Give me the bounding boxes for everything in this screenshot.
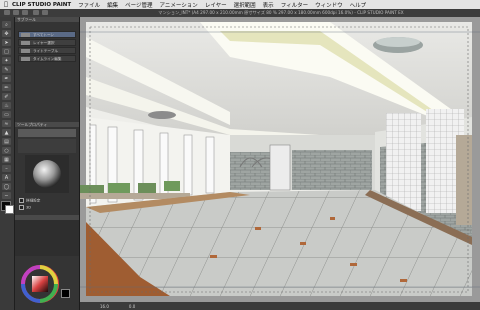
subtool-swatch (21, 33, 30, 37)
canvas-area[interactable] (80, 17, 480, 303)
subtool-label: すべてトーン (33, 33, 54, 37)
subtool-label: レイヤー選択 (33, 41, 55, 45)
light-source-sphere[interactable] (25, 155, 69, 193)
menu-animation[interactable]: アニメーション (160, 1, 198, 9)
3d-setting-row[interactable]: 3D (19, 205, 31, 210)
menu-filter[interactable]: フィルター (281, 1, 308, 9)
gradient-tool-icon[interactable]: ▤ (2, 138, 11, 145)
redo-icon[interactable] (42, 10, 48, 15)
menu-window[interactable]: ウィンドウ (315, 1, 343, 9)
document-title: マンション_INT* (A4 297.00 x 210.00mm 原寸サイズ 8… (158, 10, 404, 15)
operation-tool-icon[interactable]: ➤ (2, 39, 11, 46)
detail-setting-label: 詳細設定 (26, 198, 41, 203)
correct-line-tool-icon[interactable]: ∼ (2, 192, 11, 199)
text-tool-icon[interactable]: A (2, 174, 11, 181)
tool-palette: ⌕ ✥ ➤ □ ✦ ✎ ✒ ✏ ✐ ♨ ▭ ≈ ▲ ▤ ○ ▦ – A ◯ ∼ (0, 17, 15, 310)
status-bar: 16.0 0.0 (80, 302, 480, 310)
zoom-tool-icon[interactable]: ⌕ (2, 21, 11, 28)
subtool-swatch (21, 57, 30, 61)
tool-property-preview (18, 129, 76, 137)
auto-select-tool-icon[interactable]: ✦ (2, 57, 11, 64)
subtool-panel: サブツール すべてトーン レイヤー選択 ライトテーブル タイムライン編集 ツール… (15, 17, 80, 310)
3d-setting-label: 3D (26, 205, 32, 210)
menu-file[interactable]: ファイル (78, 1, 100, 9)
undo-icon[interactable] (33, 10, 39, 15)
color-wheel-icon[interactable] (21, 265, 59, 303)
frame-tool-icon[interactable]: ▦ (2, 156, 11, 163)
brush-tool-icon[interactable]: ✐ (2, 93, 11, 100)
move-tool-icon[interactable]: ✥ (2, 30, 11, 37)
menu-edit[interactable]: 編集 (107, 1, 118, 9)
detail-setting-row[interactable]: 詳細設定 (19, 198, 40, 203)
fill-tool-icon[interactable]: ▲ (2, 129, 11, 136)
checkbox[interactable] (19, 205, 24, 210)
apple-icon[interactable]:  (0, 1, 12, 8)
menu-page[interactable]: ページ管理 (125, 1, 152, 9)
menu-help[interactable]: ヘルプ (350, 1, 367, 9)
sub-color-swatch[interactable] (5, 205, 14, 214)
open-file-icon[interactable] (13, 10, 19, 15)
subtool-panel-header: サブツール (15, 17, 79, 22)
balloon-tool-icon[interactable]: ◯ (2, 183, 11, 190)
subtool-item[interactable]: すべてトーン (18, 31, 76, 38)
pen-tool-icon[interactable]: ✒ (2, 75, 11, 82)
ruler-tool-icon[interactable]: – (2, 165, 11, 172)
tool-property-slider[interactable] (18, 139, 76, 153)
subtool-swatch (21, 41, 30, 45)
subtool-label: ライトテーブル (33, 49, 58, 53)
menu-selection[interactable]: 選択範囲 (234, 1, 256, 9)
subtool-label: タイムライン編集 (33, 57, 62, 61)
subtool-item[interactable]: レイヤー選択 (18, 39, 76, 46)
app-name-menu[interactable]: CLIP STUDIO PAINT (12, 2, 71, 8)
color-preview-main[interactable] (61, 289, 70, 298)
save-icon[interactable] (22, 10, 28, 15)
new-file-icon[interactable] (4, 10, 10, 15)
zoom-value[interactable]: 16.0 (100, 304, 109, 309)
angle-value[interactable]: 0.0 (129, 304, 135, 309)
subtool-item[interactable]: ライトテーブル (18, 47, 76, 54)
eyedropper-tool-icon[interactable]: ✎ (2, 66, 11, 73)
brush-size-panel (15, 220, 79, 256)
menu-layer[interactable]: レイヤー (205, 1, 227, 9)
subtool-swatch (21, 49, 30, 53)
menu-view[interactable]: 表示 (263, 1, 274, 9)
canvas-artwork (80, 17, 480, 303)
eraser-tool-icon[interactable]: ▭ (2, 111, 11, 118)
subtool-item[interactable]: タイムライン編集 (18, 55, 76, 62)
tool-property-header: ツールプロパティ (15, 122, 79, 127)
checkbox[interactable] (19, 198, 24, 203)
airbrush-tool-icon[interactable]: ♨ (2, 102, 11, 109)
selection-tool-icon[interactable]: □ (2, 48, 11, 55)
pencil-tool-icon[interactable]: ✏ (2, 84, 11, 91)
blend-tool-icon[interactable]: ≈ (2, 120, 11, 127)
figure-tool-icon[interactable]: ○ (2, 147, 11, 154)
